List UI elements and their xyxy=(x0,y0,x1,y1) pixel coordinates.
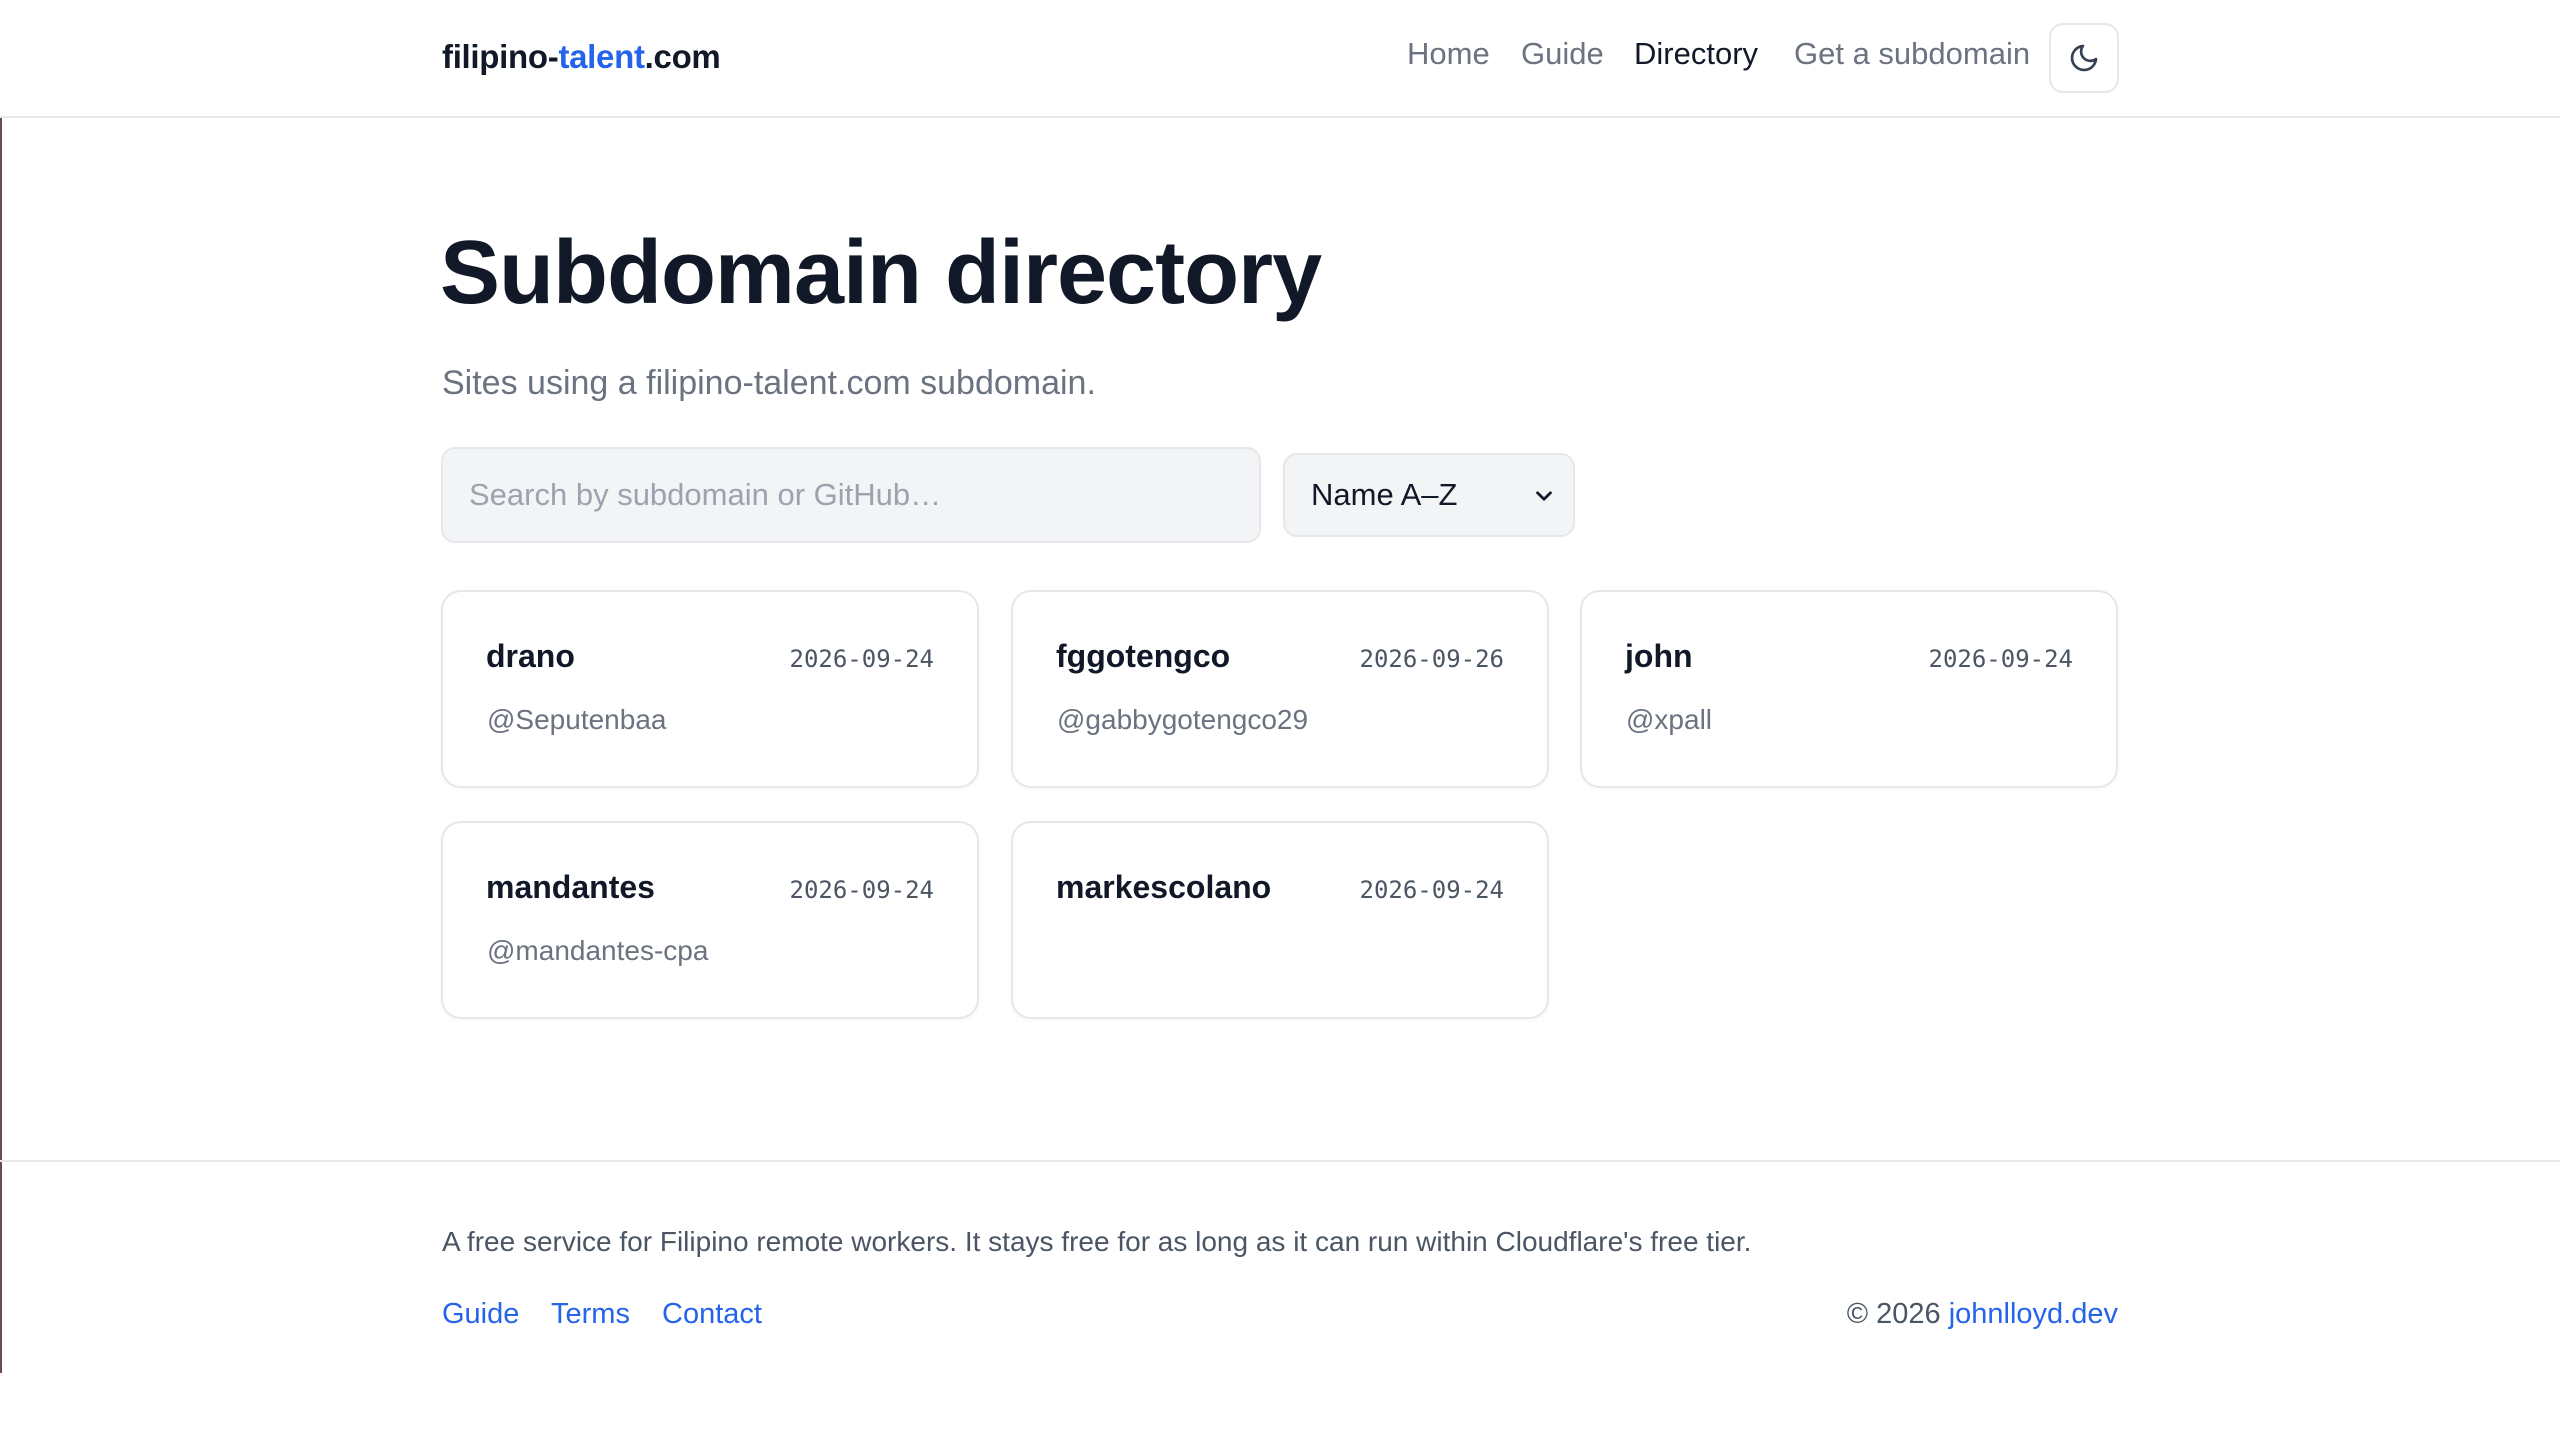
nav-directory[interactable]: Directory xyxy=(1634,36,1758,72)
card-github: @xpall xyxy=(1626,704,1713,735)
subdomain-card[interactable]: fggotengco 2026-09-26 @gabbygotengco29 xyxy=(1011,590,1549,788)
site-header: filipino-talent.com Home Guide Directory… xyxy=(0,0,2560,118)
sort-select[interactable]: Name A–Z xyxy=(1283,453,1575,537)
card-subdomain: mandantes xyxy=(486,869,655,905)
theme-toggle-button[interactable] xyxy=(2049,23,2119,93)
card-subdomain: drano xyxy=(486,638,575,674)
copyright-prefix: © 2026 xyxy=(1846,1298,1949,1330)
site-footer: A free service for Filipino remote worke… xyxy=(0,1160,2560,1373)
brand-suffix: .com xyxy=(644,38,721,75)
copyright: © 2026 johnlloyd.dev xyxy=(1847,1298,2118,1331)
brand-logo[interactable]: filipino-talent.com xyxy=(442,38,721,76)
brand-accent: talent xyxy=(558,38,645,75)
card-date: 2026-09-24 xyxy=(1359,876,1505,904)
card-subdomain: fggotengco xyxy=(1056,638,1231,674)
nav-get-subdomain[interactable]: Get a subdomain xyxy=(1794,36,2030,72)
brand-prefix: filipino- xyxy=(442,38,559,75)
footer-description: A free service for Filipino remote worke… xyxy=(442,1226,1752,1257)
page-title: Subdomain directory xyxy=(440,223,1322,323)
footer-link-guide[interactable]: Guide xyxy=(442,1298,519,1331)
card-github: @Seputenbaa xyxy=(487,704,667,735)
card-github: @gabbygotengco29 xyxy=(1057,704,1309,735)
nav-guide[interactable]: Guide xyxy=(1521,36,1604,72)
card-date: 2026-09-24 xyxy=(1928,645,2074,673)
search-input[interactable] xyxy=(441,447,1261,543)
subdomain-card[interactable]: john 2026-09-24 @xpall xyxy=(1580,590,2118,788)
card-date: 2026-09-24 xyxy=(789,876,935,904)
nav-home[interactable]: Home xyxy=(1407,36,1490,72)
moon-icon xyxy=(2070,44,2098,72)
subdomain-card[interactable]: drano 2026-09-24 @Seputenbaa xyxy=(441,590,979,788)
footer-link-contact[interactable]: Contact xyxy=(662,1298,762,1331)
subdomain-card[interactable]: markescolano 2026-09-24 xyxy=(1011,821,1549,1019)
sort-selected-value: Name A–Z xyxy=(1311,477,1458,512)
copyright-link[interactable]: johnlloyd.dev xyxy=(1949,1298,2118,1330)
page-subtitle: Sites using a filipino-talent.com subdom… xyxy=(442,364,1096,402)
card-subdomain: john xyxy=(1625,638,1693,674)
card-date: 2026-09-24 xyxy=(789,645,935,673)
card-github: @mandantes-cpa xyxy=(487,935,709,966)
subdomain-card[interactable]: mandantes 2026-09-24 @mandantes-cpa xyxy=(441,821,979,1019)
footer-link-terms[interactable]: Terms xyxy=(551,1298,630,1331)
chevron-down-icon xyxy=(1536,491,1552,501)
card-date: 2026-09-26 xyxy=(1359,645,1505,673)
card-subdomain: markescolano xyxy=(1056,869,1272,905)
